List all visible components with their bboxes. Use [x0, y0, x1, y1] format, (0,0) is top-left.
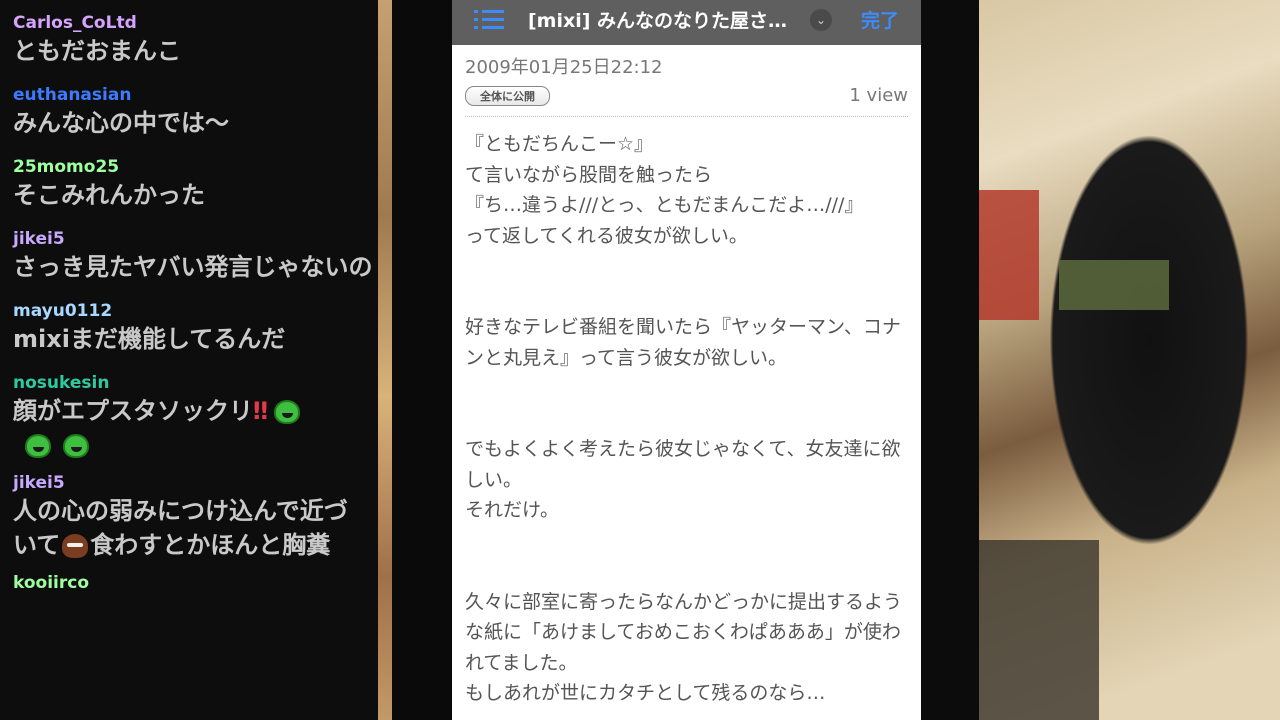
list-menu-icon[interactable]: [474, 8, 504, 32]
background-artwork-right: [979, 0, 1280, 720]
chat-username[interactable]: jikei5: [13, 472, 378, 494]
chat-message: kooiirco: [0, 562, 378, 594]
chat-username[interactable]: nosukesin: [13, 372, 378, 394]
badge-row: 全体に公開 1 view: [465, 85, 908, 117]
done-button[interactable]: 完了: [861, 6, 899, 33]
chat-text-line: 顔がエプスタソックリ‼: [13, 394, 378, 428]
chat-text: 食わすとかほんと胸糞: [90, 531, 331, 559]
chevron-down-icon[interactable]: ⌄: [810, 9, 832, 31]
post-paragraph: でもよくよく考えたら彼女じゃなくて、女友達に欲しい。 それだけ。: [465, 438, 901, 521]
chat-text: 顔がエプスタソックリ: [13, 397, 253, 425]
post-paragraph: 『ともだちんこー☆』 て言いながら股間を触ったら 『ち…違うよ///とっ、ともだ…: [465, 133, 864, 247]
chat-message: euthanasian みんな心の中では〜: [0, 68, 378, 140]
chat-text: いて: [13, 531, 61, 559]
post-meta: 2009年01月25日22:12 全体に公開 1 view: [452, 45, 921, 117]
post-paragraph: 好きなテレビ番組を聞いたら『ヤッターマン、コナンと丸見え』って言う彼女が欲しい。: [465, 316, 901, 369]
chat-text: 人の心の弱みにつけ込んで近づ: [13, 497, 348, 525]
chat-username[interactable]: kooiirco: [13, 572, 378, 594]
post-body: 『ともだちんこー☆』 て言いながら股間を触ったら 『ち…違うよ///とっ、ともだ…: [452, 117, 921, 709]
chat-username[interactable]: 25momo25: [13, 156, 378, 178]
art-patch: [979, 190, 1039, 320]
page-title: [mixi] みんなのなりた屋さ…: [528, 10, 788, 32]
chat-message: Carlos_CoLtd ともだおまんこ: [0, 0, 378, 68]
view-count: 1 view: [849, 85, 908, 106]
chat-text: みんな心の中では〜: [13, 109, 229, 137]
chat-text: さっき見たヤバい発言じゃないの: [13, 253, 373, 281]
phone-browser-view: [mixi] みんなのなりた屋さ… ⌄ 完了 2009年01月25日22:12 …: [452, 0, 921, 720]
post-date: 2009年01月25日22:12: [465, 57, 663, 78]
art-patch: [979, 540, 1099, 720]
laughing-green-emote-icon: [274, 400, 301, 424]
chat-text: ともだおまんこ: [13, 37, 181, 65]
chat-message: jikei5 さっき見たヤバい発言じゃないの: [0, 212, 378, 284]
laughing-green-emote-icon: [25, 434, 51, 458]
laughing-green-emote-icon: [63, 434, 89, 458]
chat-panel: Carlos_CoLtd ともだおまんこ euthanasian みんな心の中で…: [0, 0, 378, 720]
chat-text: そこみれんかった: [13, 181, 205, 209]
chat-message: mayu0112 mixiまだ機能してるんだ: [0, 284, 378, 356]
top-bar: [mixi] みんなのなりた屋さ… ⌄ 完了: [452, 0, 921, 45]
chat-username[interactable]: Carlos_CoLtd: [13, 12, 378, 34]
background-artwork-left: [378, 0, 392, 720]
dark-margin-right: [921, 0, 979, 720]
double-exclamation-icon: ‼: [253, 397, 269, 425]
chat-text: mixiまだ機能してるんだ: [13, 325, 286, 353]
poop-emoji-icon: [62, 534, 89, 558]
art-patch: [1059, 260, 1169, 310]
dark-margin-left: [392, 0, 452, 720]
post-paragraph: 久々に部室に寄ったらなんかどっかに提出するような紙に「あけましておめこおくわぱあ…: [465, 590, 903, 705]
chat-message: nosukesin 顔がエプスタソックリ‼: [0, 356, 378, 462]
chat-username[interactable]: mayu0112: [13, 300, 378, 322]
chat-username[interactable]: euthanasian: [13, 84, 378, 106]
chat-emote-line: [13, 428, 378, 462]
chat-message: 25momo25 そこみれんかった: [0, 140, 378, 212]
chat-username[interactable]: jikei5: [13, 228, 378, 250]
visibility-badge: 全体に公開: [465, 85, 550, 106]
chat-text-line: いて 食わすとかほんと胸糞: [13, 528, 378, 562]
chat-message: jikei5 人の心の弱みにつけ込んで近づ いて 食わすとかほんと胸糞: [0, 462, 378, 562]
